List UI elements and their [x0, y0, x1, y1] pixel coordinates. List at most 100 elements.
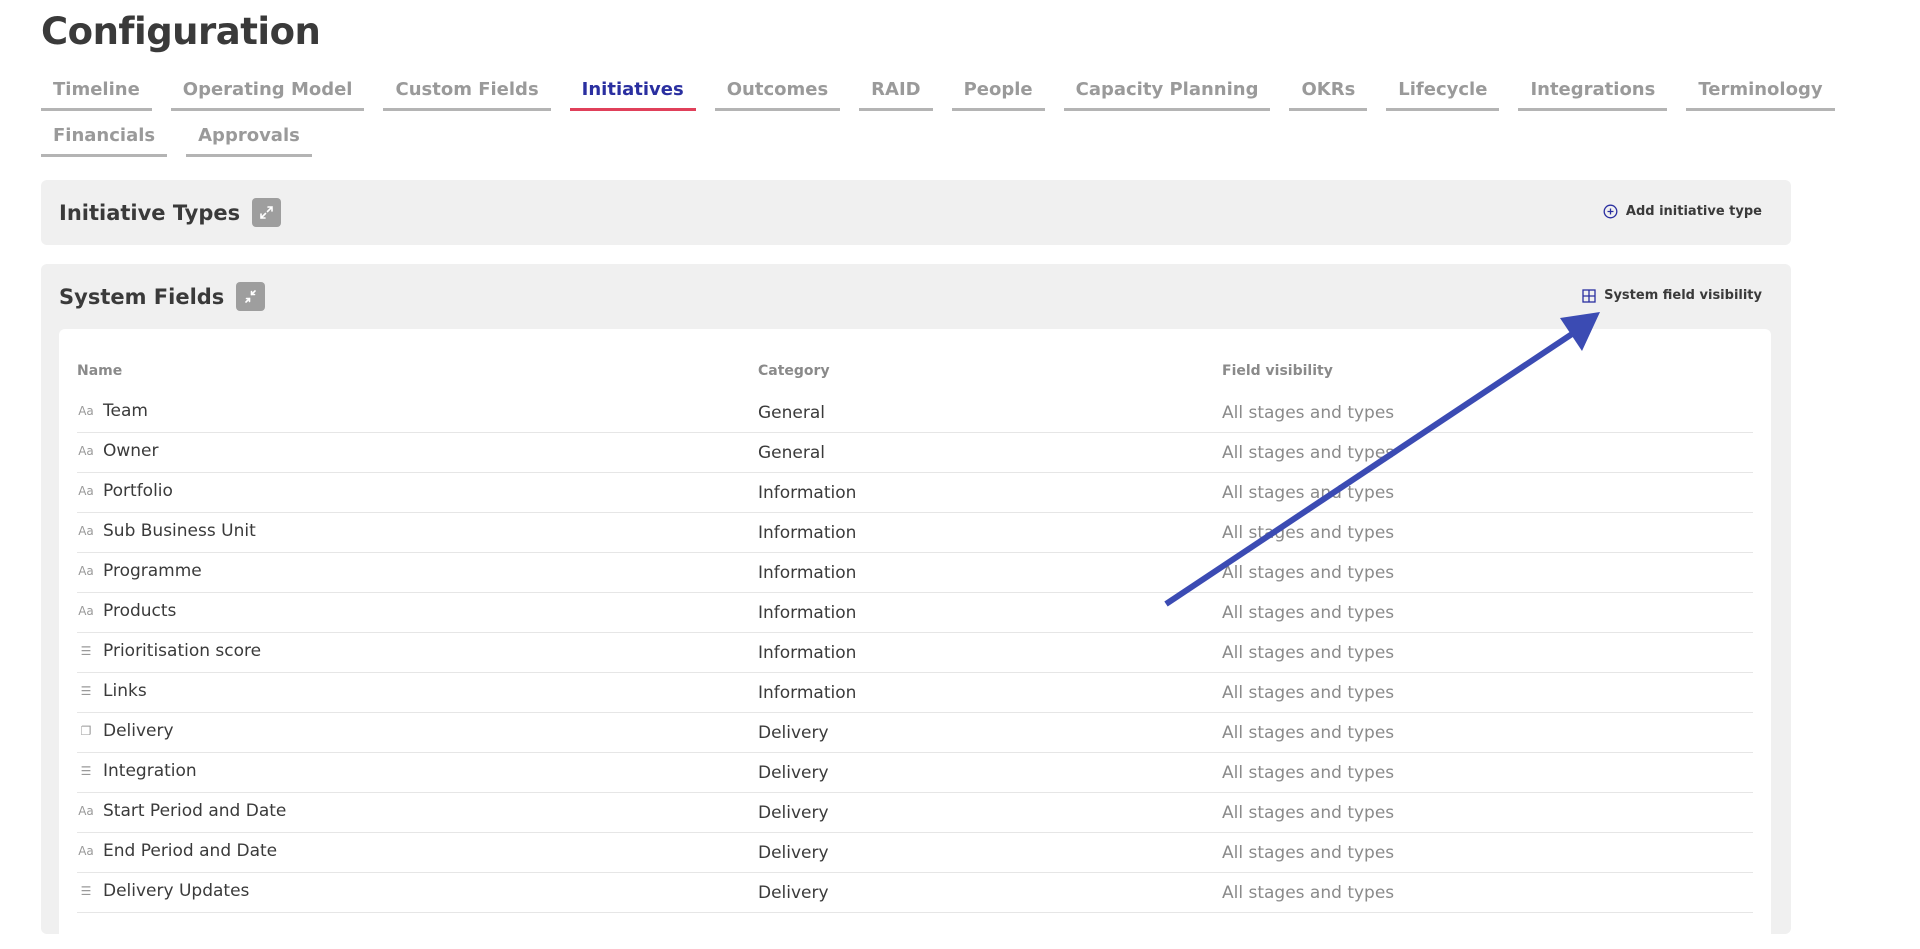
table-row[interactable]: Aa Products Information All stages and type…: [77, 593, 1753, 633]
field-name: Sub Business Unit: [103, 521, 256, 541]
table-row[interactable]: Aa Team General All stages and types: [77, 393, 1753, 433]
field-name: Prioritisation score: [103, 641, 262, 661]
tab-lifecycle[interactable]: Lifecycle: [1386, 76, 1500, 111]
table-body: Aa Team General All stages and types Aa Owner…: [77, 393, 1753, 913]
expand-icon[interactable]: [252, 198, 282, 227]
table-row[interactable]: ☰ Integration Delivery All stages and types: [77, 753, 1753, 793]
field-visibility: All stages and types: [1222, 643, 1395, 663]
tab-approvals[interactable]: Approvals: [186, 122, 312, 157]
field-category: Information: [758, 523, 857, 543]
field-visibility: All stages and types: [1222, 763, 1395, 783]
table-row[interactable]: Aa Start Period and Date Delivery All stage…: [77, 793, 1753, 833]
tab-custom-fields[interactable]: Custom Fields: [383, 76, 551, 111]
initiative-types-title: Initiative Types: [59, 200, 241, 225]
field-name: Start Period and Date: [103, 801, 287, 821]
system-fields-panel: System Fields System field visibility Na…: [41, 264, 1791, 949]
table-row[interactable]: ☰ Prioritisation score Information All stag…: [77, 633, 1753, 673]
field-visibility: All stages and types: [1222, 403, 1395, 423]
field-category: Information: [758, 603, 857, 623]
table-row[interactable]: ☰ Links Information All stages and types: [77, 673, 1753, 713]
tab-okrs[interactable]: OKRs: [1289, 76, 1368, 111]
field-name-cell: ☰ Prioritisation score: [77, 641, 261, 661]
field-category: Information: [758, 563, 857, 583]
tab-raid[interactable]: RAID: [859, 76, 933, 111]
table-row[interactable]: ❐ Delivery Delivery All stages and types: [77, 713, 1753, 753]
table-row[interactable]: Aa Portfolio Information All stages and typ…: [77, 473, 1753, 513]
text-type-icon: Aa: [78, 604, 94, 618]
list-type-icon: ☰: [80, 644, 92, 658]
tab-initiatives[interactable]: Initiatives: [569, 76, 696, 111]
field-visibility: All stages and types: [1222, 523, 1395, 543]
collapse-icon[interactable]: [236, 282, 266, 311]
field-name-cell: ☰ Delivery Updates: [77, 881, 250, 901]
tab-integrations[interactable]: Integrations: [1518, 76, 1668, 111]
table-row[interactable]: Aa End Period and Date Delivery All stages …: [77, 833, 1753, 873]
field-name-cell: Aa Sub Business Unit: [77, 521, 256, 541]
field-name-cell: ☰ Links: [77, 681, 147, 701]
field-name: Links: [103, 681, 147, 701]
list-type-icon: ☰: [80, 884, 92, 898]
text-type-icon: Aa: [78, 524, 94, 538]
field-name-cell: Aa Team: [77, 401, 148, 421]
window-type-icon: ❐: [80, 724, 92, 738]
add-initiative-type-button[interactable]: Add initiative type: [1603, 204, 1762, 219]
system-field-visibility-label: System field visibility: [1604, 288, 1762, 303]
field-visibility: All stages and types: [1222, 803, 1395, 823]
field-visibility: All stages and types: [1222, 723, 1395, 743]
tab-timeline[interactable]: Timeline: [41, 76, 152, 111]
system-fields-header: System Fields: [59, 282, 266, 311]
field-name: Delivery: [103, 721, 174, 741]
column-header-category: Category: [758, 363, 830, 379]
field-name: Delivery Updates: [103, 881, 250, 901]
field-name-cell: ❐ Delivery: [77, 721, 174, 741]
table-row[interactable]: ☰ Delivery Updates Delivery All stages and …: [77, 873, 1753, 913]
table-row[interactable]: Aa Owner General All stages and types: [77, 433, 1753, 473]
list-type-icon: ☰: [80, 684, 92, 698]
add-initiative-type-label: Add initiative type: [1625, 204, 1762, 219]
text-type-icon: Aa: [78, 564, 94, 578]
field-visibility: All stages and types: [1222, 563, 1395, 583]
field-category: General: [758, 403, 825, 423]
field-name: Portfolio: [103, 481, 173, 501]
tab-capacity-planning[interactable]: Capacity Planning: [1063, 76, 1271, 111]
field-category: Information: [758, 643, 857, 663]
field-category: Delivery: [758, 843, 829, 863]
field-name-cell: Aa Portfolio: [77, 481, 173, 501]
tab-financials[interactable]: Financials: [41, 122, 168, 157]
field-name: Team: [103, 401, 148, 421]
table-row[interactable]: Aa Programme Information All stages and typ…: [77, 553, 1753, 593]
field-name-cell: Aa Owner: [77, 441, 159, 461]
field-visibility: All stages and types: [1222, 883, 1395, 903]
field-visibility: All stages and types: [1222, 683, 1395, 703]
field-name: Products: [103, 601, 177, 621]
table-header: Name Category Field visibility: [77, 363, 1753, 383]
text-type-icon: Aa: [78, 844, 94, 858]
field-name-cell: Aa Programme: [77, 561, 202, 581]
system-field-visibility-button[interactable]: System field visibility: [1582, 288, 1762, 303]
plus-circle-icon: [1603, 204, 1618, 219]
page-title: Configuration: [41, 10, 321, 53]
field-name: End Period and Date: [103, 841, 278, 861]
field-visibility: All stages and types: [1222, 443, 1395, 463]
field-name: Integration: [103, 761, 197, 781]
field-name: Owner: [103, 441, 159, 461]
field-category: Delivery: [758, 803, 829, 823]
tab-people[interactable]: People: [951, 76, 1045, 111]
config-tabs-row-2: Financials Approvals: [41, 122, 312, 157]
field-category: Information: [758, 483, 857, 503]
system-fields-title: System Fields: [59, 284, 225, 309]
field-category: Delivery: [758, 723, 829, 743]
field-category: Delivery: [758, 763, 829, 783]
initiative-types-panel: Initiative Types Add initiative type: [41, 180, 1791, 245]
field-category: Information: [758, 683, 857, 703]
text-type-icon: Aa: [78, 444, 94, 458]
tab-terminology[interactable]: Terminology: [1686, 76, 1835, 111]
text-type-icon: Aa: [78, 804, 94, 818]
tab-outcomes[interactable]: Outcomes: [714, 76, 841, 111]
system-fields-table: Name Category Field visibility Aa Team Gen…: [59, 329, 1771, 949]
field-visibility: All stages and types: [1222, 843, 1395, 863]
field-category: Delivery: [758, 883, 829, 903]
text-type-icon: Aa: [78, 404, 94, 418]
tab-operating-model[interactable]: Operating Model: [170, 76, 365, 111]
table-row[interactable]: Aa Sub Business Unit Information All stages…: [77, 513, 1753, 553]
